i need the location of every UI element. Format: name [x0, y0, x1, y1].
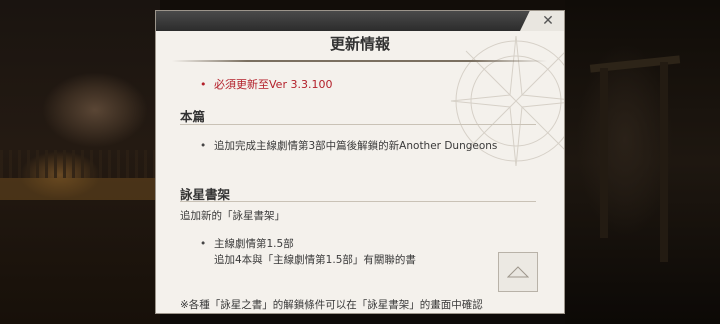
- section-divider: [180, 201, 536, 202]
- scroll-to-top-button[interactable]: [498, 252, 538, 292]
- list-item: • 主線劇情第1.5部: [200, 236, 294, 251]
- bullet-icon: •: [200, 140, 207, 152]
- section-divider: [180, 124, 536, 125]
- required-update-notice: • 必須更新至Ver 3.3.100: [200, 76, 332, 92]
- update-info-modal: ✕ 更新情報 • 必須更新至Ver 3.3.100 本篇 • 追加完成主線劇情第3部…: [155, 10, 565, 314]
- close-icon: ✕: [542, 13, 554, 29]
- required-update-text: 必須更新至Ver 3.3.100: [214, 78, 333, 91]
- section-intro-text: 追加新的「詠星書架」: [180, 210, 285, 222]
- title-divider: [172, 60, 547, 62]
- modal-title: 更新情報: [329, 35, 390, 53]
- unlock-condition-note: ※各種「詠星之書」的解鎖條件可以在「詠星書架」的畫面中確認: [180, 299, 483, 311]
- bullet-icon: •: [200, 78, 207, 91]
- background-fence: [0, 150, 160, 178]
- list-item: • 追加完成主線劇情第3部中篇後解鎖的新Another Dungeons: [200, 138, 497, 153]
- list-item-text: 追加完成主線劇情第3部中篇後解鎖的新Another Dungeons: [214, 140, 498, 152]
- background-post: [660, 62, 668, 262]
- modal-top-bar: [156, 11, 564, 31]
- background-ground: [0, 178, 160, 200]
- section-heading-main-story: 本篇: [180, 109, 206, 124]
- list-item-subtext: 追加4本與「主線劇情第1.5部」有關聯的書: [214, 254, 416, 266]
- background-top: [160, 0, 565, 10]
- chevron-up-icon: [507, 266, 529, 278]
- background-post: [600, 68, 608, 238]
- background-scene-right: [565, 0, 720, 324]
- list-item-text: 主線劇情第1.5部: [214, 238, 294, 250]
- bullet-icon: •: [200, 238, 207, 250]
- background-scene-left: [0, 0, 160, 324]
